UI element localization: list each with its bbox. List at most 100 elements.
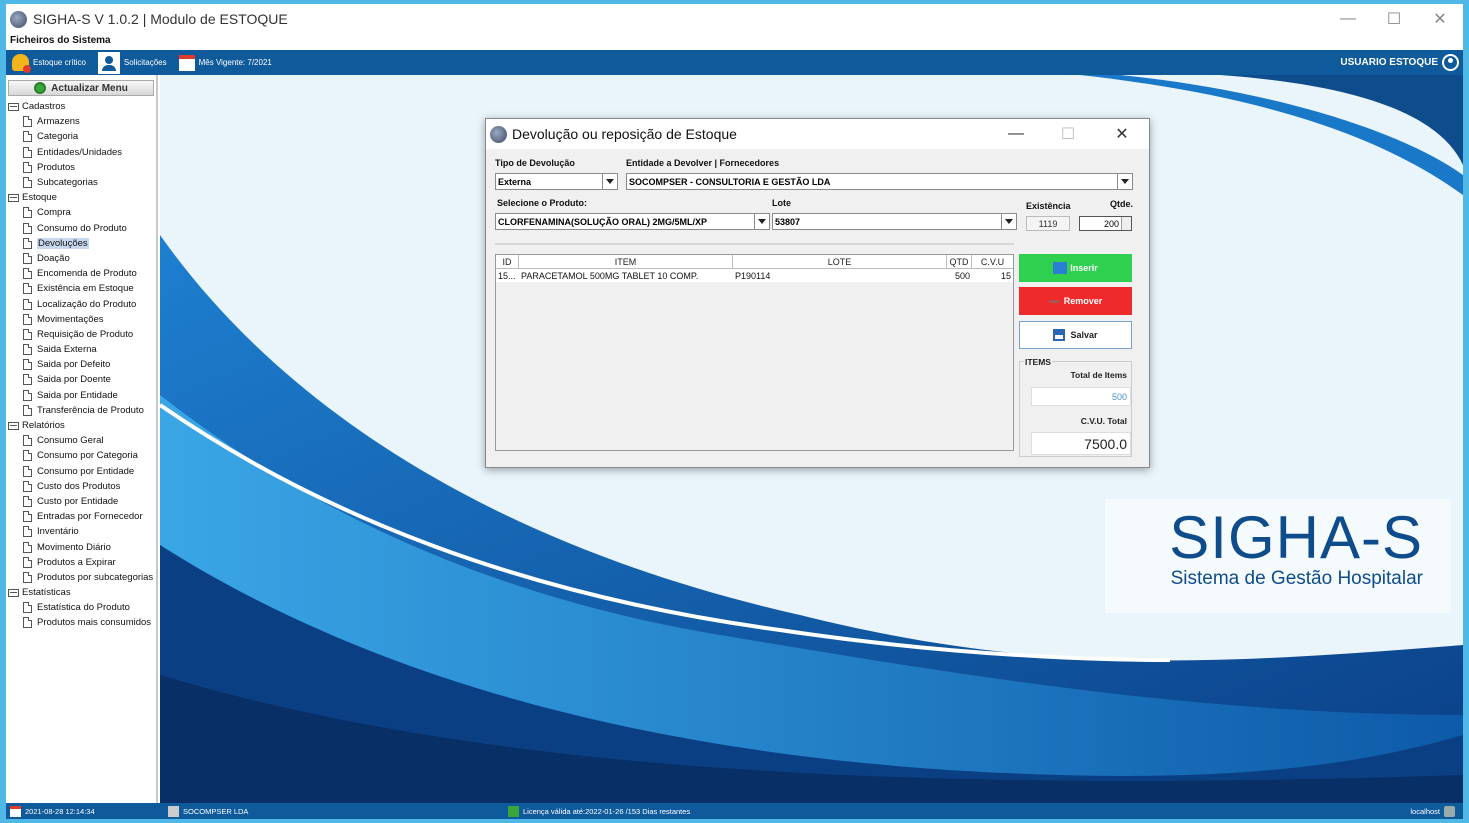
sidebar-item[interactable]: Produtos a Expirar bbox=[6, 555, 156, 570]
bell-alert-icon bbox=[12, 54, 31, 73]
sidebar-item[interactable]: Subcategorias bbox=[6, 175, 156, 190]
tipo-combo[interactable]: Externa bbox=[495, 173, 618, 190]
produto-combo[interactable]: CLORFENAMINA(SOLUÇÃO ORAL) 2MG/5ML/XP bbox=[495, 213, 770, 230]
chevron-down-icon[interactable] bbox=[1001, 214, 1016, 229]
tree-group-3[interactable]: Estatísticas bbox=[6, 585, 156, 600]
dialog-close-button[interactable]: ✕ bbox=[1097, 119, 1147, 149]
sidebar-item[interactable]: Saida por Defeito bbox=[6, 357, 156, 372]
requests-button[interactable]: Solicitações bbox=[92, 50, 173, 75]
document-icon bbox=[23, 268, 32, 280]
calendar-icon bbox=[10, 805, 21, 817]
sidebar-item[interactable]: Armazens bbox=[6, 114, 156, 129]
sidebar-item[interactable]: Requisição de Produto bbox=[6, 327, 156, 342]
folder-collapse-icon[interactable] bbox=[8, 193, 19, 202]
folder-collapse-icon[interactable] bbox=[8, 102, 19, 111]
critical-stock-label: Estoque crítico bbox=[33, 58, 86, 67]
sidebar-item[interactable]: Produtos mais consumidos bbox=[6, 615, 156, 630]
tree-group-1[interactable]: Estoque bbox=[6, 190, 156, 205]
col-lote[interactable]: LOTE bbox=[733, 255, 947, 268]
tree-group-0[interactable]: Cadastros bbox=[6, 99, 156, 114]
sidebar-item-label: Existência em Estoque bbox=[37, 283, 134, 295]
sidebar-item[interactable]: Consumo do Produto bbox=[6, 221, 156, 236]
table-row[interactable]: 15... PARACETAMOL 500MG TABLET 10 COMP. … bbox=[496, 269, 1013, 282]
existencia-label: Existência bbox=[1026, 201, 1071, 211]
remove-button[interactable]: Remover bbox=[1019, 287, 1132, 315]
sidebar-item[interactable]: Doação bbox=[6, 251, 156, 266]
document-icon bbox=[23, 404, 32, 416]
sidebar-item-label: Consumo do Produto bbox=[37, 222, 127, 234]
sidebar-item[interactable]: Custo por Entidade bbox=[6, 494, 156, 509]
document-icon bbox=[23, 435, 32, 447]
sidebar-item[interactable]: Devoluções bbox=[6, 236, 156, 251]
save-button[interactable]: Salvar bbox=[1019, 321, 1132, 349]
tree-group-label: Relatórios bbox=[22, 420, 65, 432]
minimize-button[interactable]: — bbox=[1325, 4, 1371, 34]
current-month: Mês Vigente: 7/2021 bbox=[173, 50, 278, 75]
sidebar-item[interactable]: Custo dos Produtos bbox=[6, 479, 156, 494]
col-item[interactable]: ITEM bbox=[519, 255, 733, 268]
spinner-arrows-icon[interactable] bbox=[1121, 217, 1131, 230]
sidebar-item[interactable]: Entradas por Fornecedor bbox=[6, 509, 156, 524]
col-qtd[interactable]: QTD bbox=[947, 255, 972, 268]
sidebar-item[interactable]: Transferência de Produto bbox=[6, 403, 156, 418]
sidebar-item[interactable]: Compra bbox=[6, 205, 156, 220]
sidebar-item[interactable]: Categoria bbox=[6, 129, 156, 144]
sidebar-item[interactable]: Estatística do Produto bbox=[6, 600, 156, 615]
sidebar-item[interactable]: Localização do Produto bbox=[6, 296, 156, 311]
sidebar-item[interactable]: Movimento Diário bbox=[6, 539, 156, 554]
divider bbox=[495, 243, 1014, 245]
sidebar-item-label: Produtos mais consumidos bbox=[37, 617, 152, 629]
folder-collapse-icon[interactable] bbox=[8, 421, 19, 430]
save-label: Salvar bbox=[1070, 330, 1098, 340]
qtde-stepper[interactable]: 200 bbox=[1079, 216, 1132, 231]
sidebar-item[interactable]: Produtos por subcategorias bbox=[6, 570, 156, 585]
entidade-value: SOCOMPSER - CONSULTORIA E GESTÃO LDA bbox=[629, 176, 831, 187]
status-datetime: 2021-08-28 12:14:34 bbox=[10, 803, 95, 819]
sidebar-item[interactable]: Saida Externa bbox=[6, 342, 156, 357]
sidebar-item[interactable]: Consumo por Entidade bbox=[6, 464, 156, 479]
user-menu[interactable]: USUARIO ESTOQUE bbox=[1340, 50, 1459, 75]
close-button[interactable]: ✕ bbox=[1417, 4, 1463, 34]
sidebar-item[interactable]: Entidades/Unidades bbox=[6, 145, 156, 160]
document-icon bbox=[23, 511, 32, 523]
return-dialog: Devolução ou reposição de Estoque — ☐ ✕ … bbox=[485, 118, 1150, 468]
sidebar-item-label: Subcategorias bbox=[37, 177, 98, 189]
update-menu-button[interactable]: Actualizar Menu bbox=[8, 80, 154, 96]
chevron-down-icon[interactable] bbox=[1117, 174, 1132, 189]
dialog-minimize-button[interactable]: — bbox=[991, 119, 1041, 149]
sidebar-item[interactable]: Encomenda de Produto bbox=[6, 266, 156, 281]
chevron-down-icon[interactable] bbox=[754, 214, 769, 229]
items-table: ID ITEM LOTE QTD C.V.U 15... PARACETAMOL… bbox=[495, 254, 1014, 451]
sidebar-item[interactable]: Consumo Geral bbox=[6, 433, 156, 448]
sidebar-item[interactable]: Saida por Entidade bbox=[6, 388, 156, 403]
app-logo-icon bbox=[490, 125, 507, 143]
folder-collapse-icon[interactable] bbox=[8, 588, 19, 597]
dialog-maximize-button[interactable]: ☐ bbox=[1043, 119, 1093, 149]
floppy-disk-icon bbox=[1053, 329, 1066, 341]
sidebar-item[interactable]: Saida por Doente bbox=[6, 372, 156, 387]
calendar-icon bbox=[178, 54, 195, 71]
tree-group-2[interactable]: Relatórios bbox=[6, 418, 156, 433]
col-cvu[interactable]: C.V.U bbox=[972, 255, 1013, 268]
document-icon bbox=[23, 344, 32, 356]
insert-button[interactable]: Inserir bbox=[1019, 254, 1132, 282]
maximize-button[interactable]: ☐ bbox=[1371, 4, 1417, 34]
sidebar-item-label: Armazens bbox=[37, 116, 80, 128]
chevron-down-icon[interactable] bbox=[602, 174, 617, 189]
sidebar-item[interactable]: Movimentações bbox=[6, 312, 156, 327]
cvu-total-value: 7500.0 bbox=[1031, 432, 1131, 455]
sidebar-item[interactable]: Produtos bbox=[6, 160, 156, 175]
critical-stock-button[interactable]: Estoque crítico bbox=[6, 50, 92, 75]
lote-combo[interactable]: 53807 bbox=[772, 213, 1017, 230]
sidebar-item[interactable]: Existência em Estoque bbox=[6, 281, 156, 296]
col-id[interactable]: ID bbox=[496, 255, 519, 268]
sidebar-item[interactable]: Inventário bbox=[6, 524, 156, 539]
remove-icon bbox=[1048, 299, 1059, 303]
entidade-combo[interactable]: SOCOMPSER - CONSULTORIA E GESTÃO LDA bbox=[626, 173, 1133, 190]
sidebar-item[interactable]: Consumo por Categoria bbox=[6, 448, 156, 463]
document-icon bbox=[23, 359, 32, 371]
tree-group-label: Estatísticas bbox=[22, 587, 71, 599]
sidebar-item-label: Movimentações bbox=[37, 313, 104, 325]
menu-ficheiros[interactable]: Ficheiros do Sistema bbox=[6, 34, 1463, 50]
menu-tree: Cadastros Armazens Categoria Entidades/Unid… bbox=[6, 99, 156, 631]
